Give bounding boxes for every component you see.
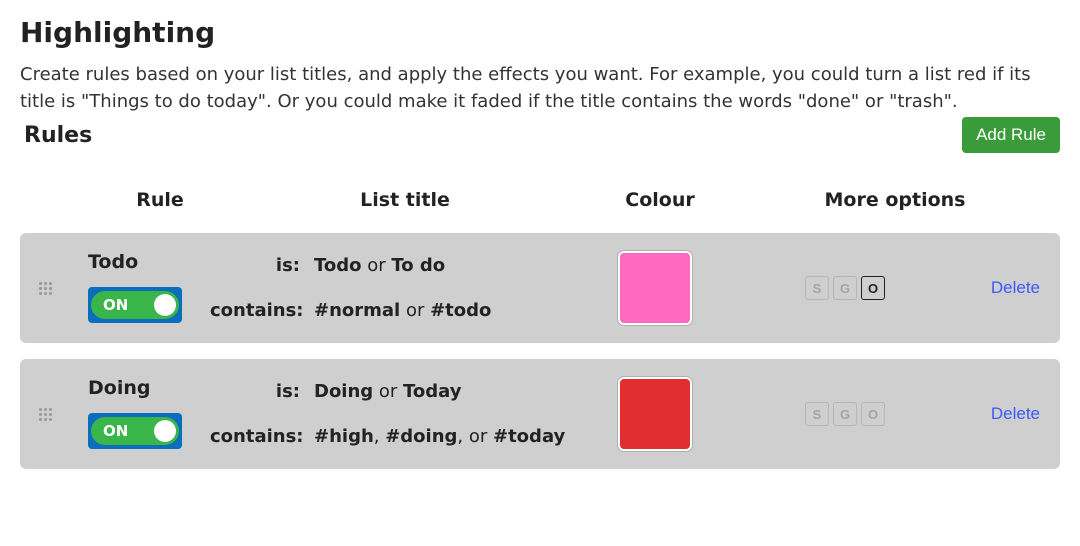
column-colour: Colour [570, 189, 750, 211]
delete-col: Delete [950, 377, 1040, 451]
rules-header: Rules Add Rule [20, 117, 1060, 153]
is-label: is: [210, 255, 300, 276]
colour-swatch[interactable] [618, 377, 692, 451]
rule-card: Todo ON is: Todo or To do contains: #nor… [20, 233, 1060, 343]
option-group: S G O [805, 402, 885, 426]
toggle-knob-icon [154, 294, 176, 316]
rule-name: Todo [88, 251, 210, 273]
column-more: More options [750, 189, 1040, 211]
colour-swatch[interactable] [618, 251, 692, 325]
is-value: Todo or To do [314, 255, 445, 276]
drag-handle-icon[interactable] [30, 377, 60, 451]
drag-handle-icon[interactable] [30, 251, 60, 325]
delete-button[interactable]: Delete [991, 404, 1040, 424]
is-value: Doing or Today [314, 381, 462, 402]
is-label: is: [210, 381, 300, 402]
list-title-col: is: Todo or To do contains: #normal or #… [210, 251, 570, 325]
option-o-button[interactable]: O [861, 276, 885, 300]
rule-col: Doing ON [60, 377, 210, 451]
delete-button[interactable]: Delete [991, 278, 1040, 298]
rule-card: Doing ON is: Doing or Today contains: #h… [20, 359, 1060, 469]
contains-value: #normal or #todo [314, 300, 491, 321]
column-list-title: List title [240, 189, 570, 211]
add-rule-button[interactable]: Add Rule [962, 117, 1060, 153]
option-g-button[interactable]: G [833, 402, 857, 426]
list-title-col: is: Doing or Today contains: #high, #doi… [210, 377, 570, 451]
rules-list: Todo ON is: Todo or To do contains: #nor… [20, 233, 1060, 469]
option-s-button[interactable]: S [805, 276, 829, 300]
page-title: Highlighting [20, 16, 1060, 49]
column-headers: Rule List title Colour More options [20, 189, 1060, 223]
more-options-col: S G O [740, 251, 950, 325]
rule-col: Todo ON [60, 251, 210, 325]
column-rule: Rule [80, 189, 240, 211]
rule-toggle[interactable]: ON [88, 413, 182, 449]
contains-label: contains: [210, 300, 300, 321]
toggle-knob-icon [154, 420, 176, 442]
option-g-button[interactable]: G [833, 276, 857, 300]
option-o-button[interactable]: O [861, 402, 885, 426]
delete-col: Delete [950, 251, 1040, 325]
rule-toggle[interactable]: ON [88, 287, 182, 323]
contains-value: #high, #doing, or #today [314, 426, 565, 447]
toggle-label: ON [103, 296, 128, 314]
rules-heading: Rules [24, 123, 92, 148]
colour-col [570, 377, 740, 451]
option-group: S G O [805, 276, 885, 300]
rule-name: Doing [88, 377, 210, 399]
contains-label: contains: [210, 426, 300, 447]
option-s-button[interactable]: S [805, 402, 829, 426]
colour-col [570, 251, 740, 325]
intro-text: Create rules based on your list titles, … [20, 61, 1060, 115]
more-options-col: S G O [740, 377, 950, 451]
toggle-label: ON [103, 422, 128, 440]
